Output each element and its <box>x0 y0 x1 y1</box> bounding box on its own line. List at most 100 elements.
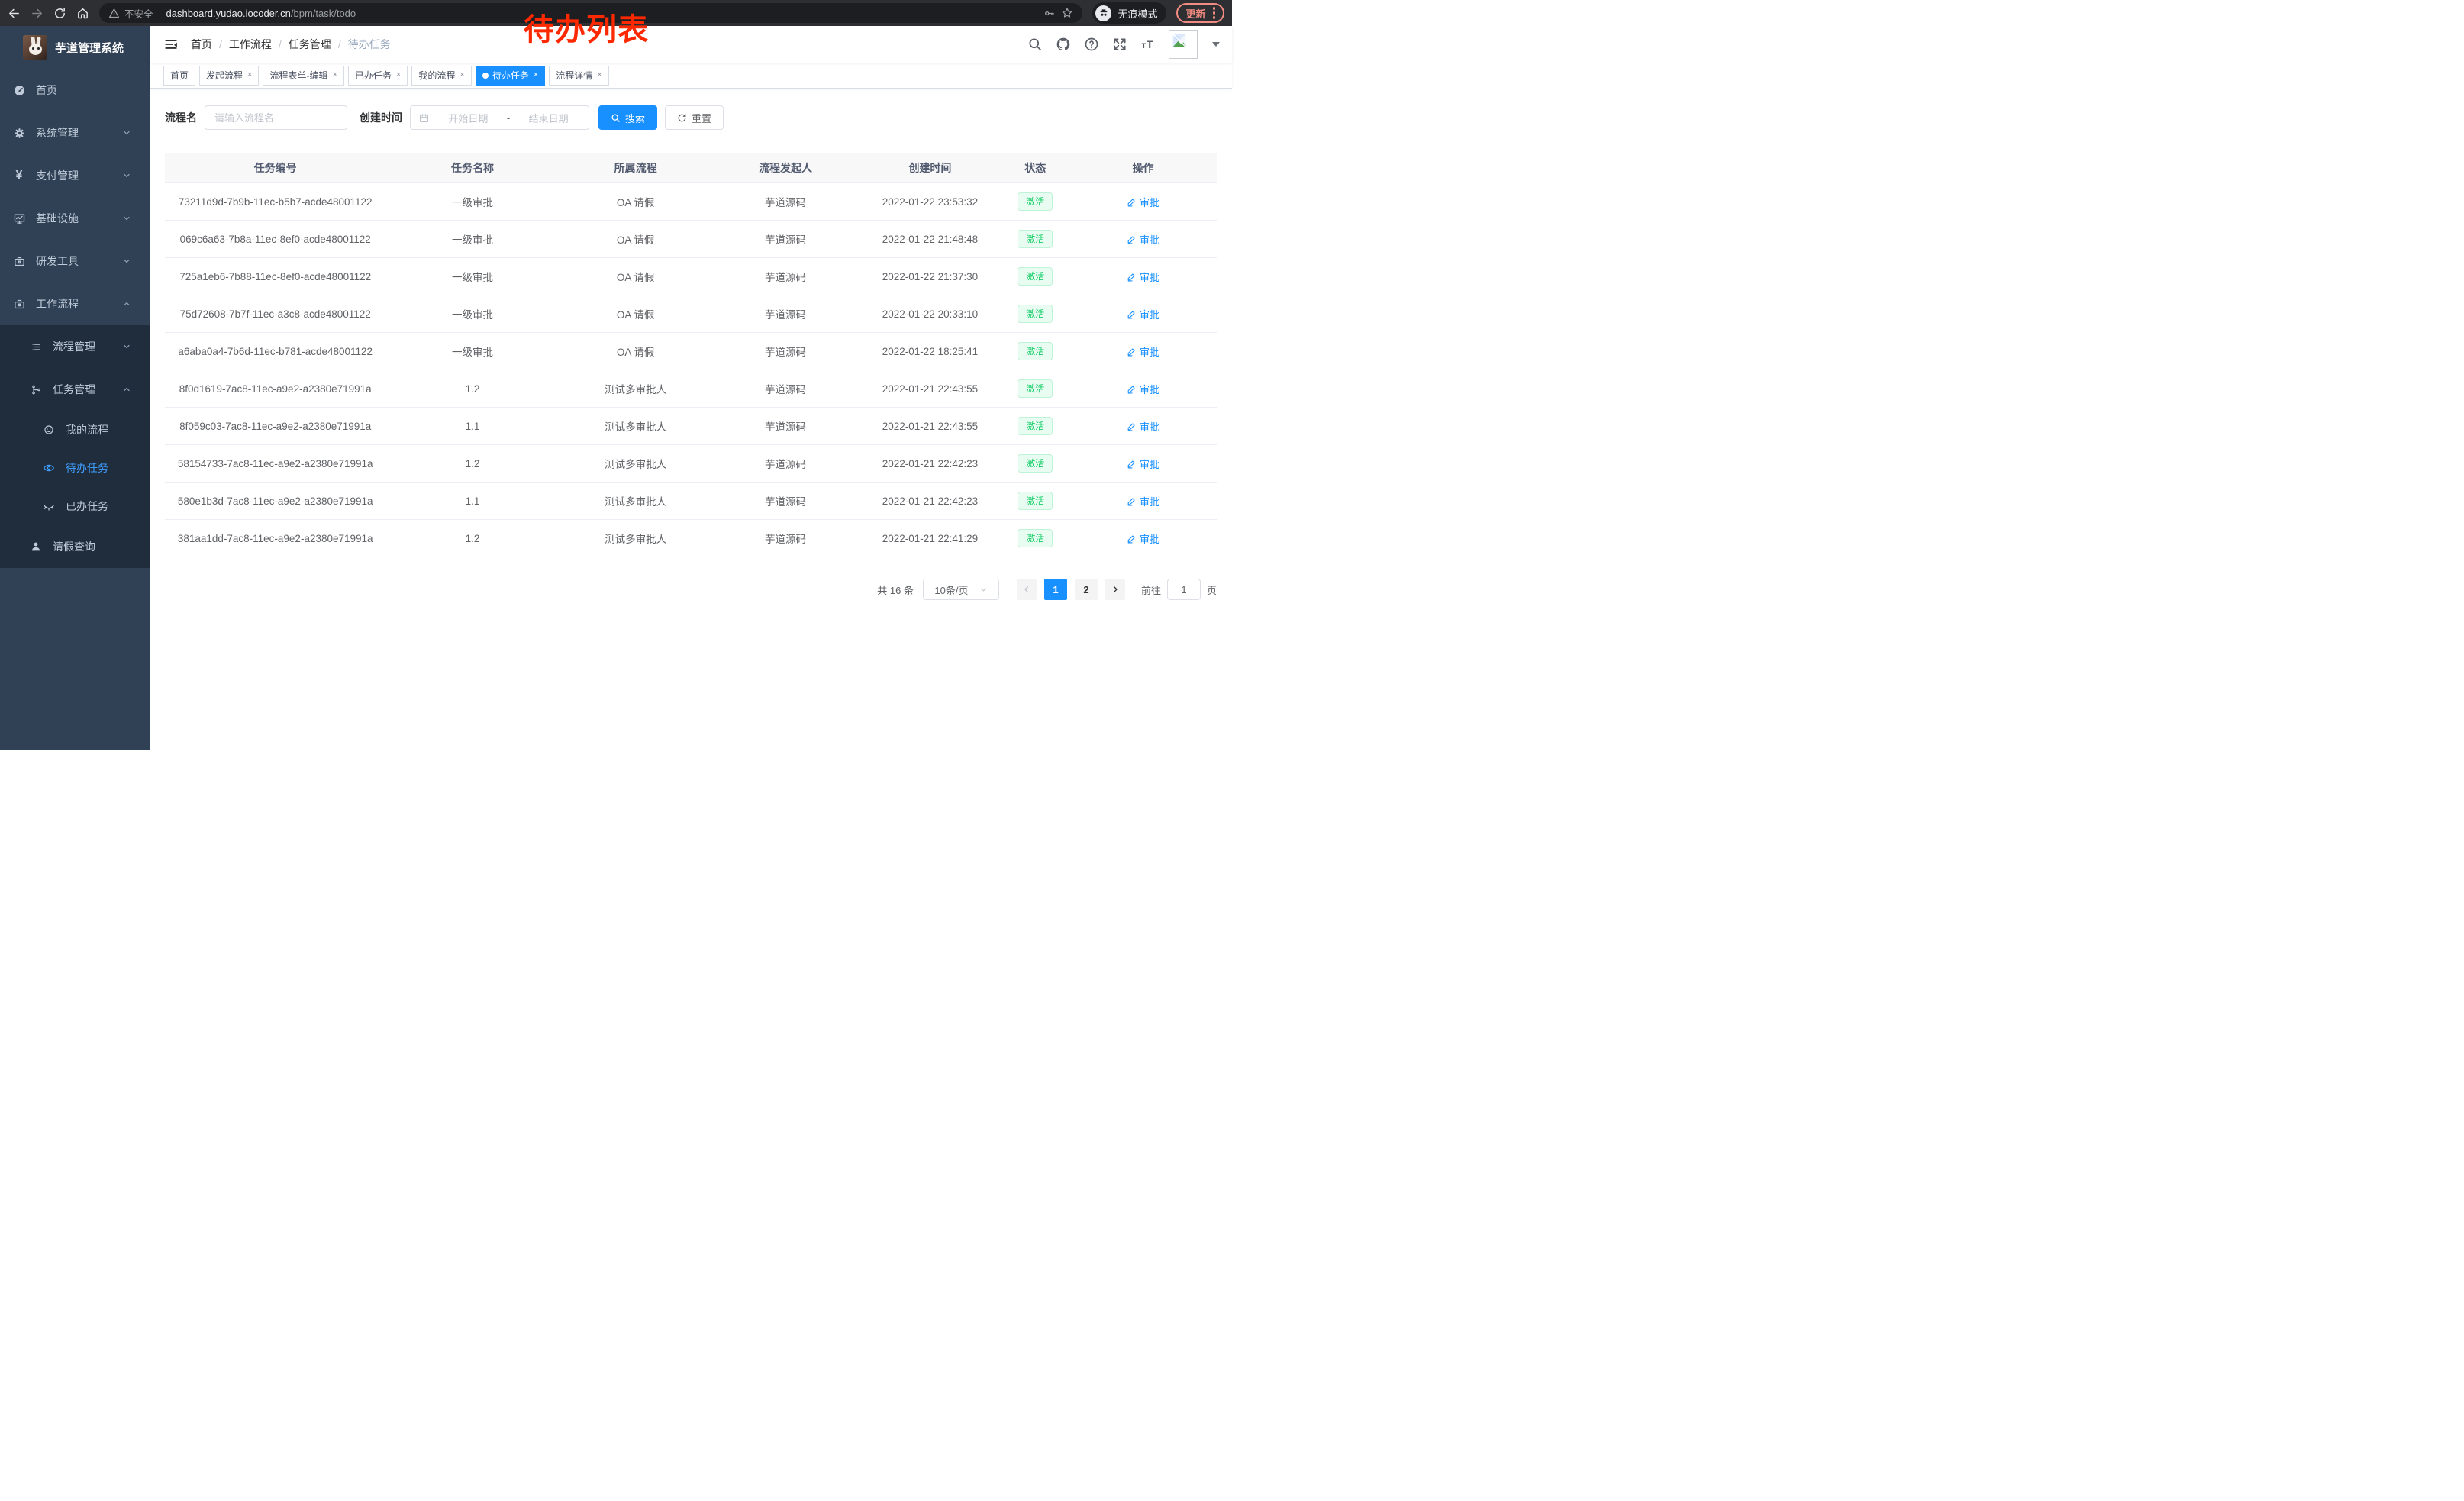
cell-actions: 审批 <box>1069 307 1217 321</box>
home-icon[interactable] <box>76 7 89 20</box>
approve-button[interactable]: 审批 <box>1127 195 1159 209</box>
back-icon[interactable] <box>8 7 21 20</box>
tag-process-form-edit[interactable]: 流程表单-编辑× <box>263 66 343 86</box>
tag-label: 待办任务 <box>492 69 529 82</box>
edit-pencil-icon <box>1127 309 1137 319</box>
approve-button[interactable]: 审批 <box>1127 307 1159 321</box>
cell-created: 2022-01-22 20:33:10 <box>859 308 1001 320</box>
goto-page: 前往 页 <box>1141 579 1217 600</box>
browser-menu-icon[interactable] <box>1213 7 1216 19</box>
range-separator: - <box>507 112 510 124</box>
table-row: 58154733-7ac8-11ec-a9e2-a2380e71991a 1.2… <box>165 445 1217 483</box>
tag-done-tasks[interactable]: 已办任务× <box>348 66 408 86</box>
approve-button[interactable]: 审批 <box>1127 382 1159 396</box>
sidebar-item-system[interactable]: 系统管理 <box>0 111 150 154</box>
chevron-down-icon <box>979 586 988 594</box>
page-button-2[interactable]: 2 <box>1075 579 1098 600</box>
breadcrumb-current: 待办任务 <box>348 37 391 52</box>
sidebar-item-payment[interactable]: ¥ 支付管理 <box>0 154 150 197</box>
browser-update-button[interactable]: 更新 <box>1176 3 1224 23</box>
sidebar-item-done-tasks[interactable]: 已办任务 <box>0 487 150 525</box>
column-header-created: 创建时间 <box>859 160 1001 176</box>
password-key-icon[interactable] <box>1043 8 1055 19</box>
calendar-icon <box>418 112 430 124</box>
breadcrumb-workflow[interactable]: 工作流程 <box>229 37 272 52</box>
tag-start-process[interactable]: 发起流程× <box>199 66 259 86</box>
approve-button[interactable]: 审批 <box>1127 270 1159 284</box>
close-icon[interactable]: × <box>460 71 464 79</box>
chevron-down-icon <box>122 214 131 223</box>
chevron-down-icon <box>122 342 131 351</box>
sidebar-item-task-management[interactable]: 任务管理 <box>0 368 150 411</box>
url-text[interactable]: dashboard.yudao.iocoder.cn/bpm/task/todo <box>166 8 356 19</box>
cell-task-name: 1.1 <box>385 495 559 507</box>
reload-icon[interactable] <box>53 7 66 20</box>
help-icon[interactable] <box>1084 37 1099 52</box>
cell-task-id: 58154733-7ac8-11ec-a9e2-a2380e71991a <box>165 458 385 470</box>
table-row: 73211d9d-7b9b-11ec-b5b7-acde48001122 一级审… <box>165 183 1217 221</box>
process-name-input[interactable] <box>205 105 347 130</box>
page-size-select[interactable]: 10条/页 <box>923 579 999 600</box>
sidebar-item-workflow[interactable]: 工作流程 <box>0 282 150 325</box>
sidebar-item-devtools[interactable]: 研发工具 <box>0 240 150 282</box>
search-button[interactable]: 搜索 <box>598 105 657 130</box>
approve-button[interactable]: 审批 <box>1127 494 1159 508</box>
cell-actions: 审批 <box>1069 270 1217 284</box>
search-icon[interactable] <box>1027 37 1043 52</box>
breadcrumb-home[interactable]: 首页 <box>191 37 212 52</box>
close-icon[interactable]: × <box>332 71 337 79</box>
page-button-1[interactable]: 1 <box>1044 579 1067 600</box>
avatar-caret-icon[interactable] <box>1212 42 1220 47</box>
tag-process-detail[interactable]: 流程详情× <box>549 66 608 86</box>
table-row: 580e1b3d-7ac8-11ec-a9e2-a2380e71991a 1.1… <box>165 483 1217 520</box>
next-page-button[interactable] <box>1105 579 1125 600</box>
sidebar-item-process-management[interactable]: 流程管理 <box>0 325 150 368</box>
font-size-icon[interactable]: TT <box>1140 37 1156 52</box>
close-icon[interactable]: × <box>396 71 401 79</box>
sidebar-item-infrastructure[interactable]: 基础设施 <box>0 197 150 240</box>
site-security-chip[interactable]: 不安全 <box>108 6 153 21</box>
navbar: 首页 / 工作流程 / 任务管理 / 待办任务 TT <box>150 26 1232 63</box>
cell-task-name: 一级审批 <box>385 194 559 209</box>
github-icon[interactable] <box>1056 37 1071 52</box>
close-icon[interactable]: × <box>534 71 538 79</box>
reset-button[interactable]: 重置 <box>665 105 724 130</box>
breadcrumb-task-management[interactable]: 任务管理 <box>289 37 331 52</box>
sidebar-item-my-process[interactable]: 我的流程 <box>0 411 150 449</box>
fullscreen-icon[interactable] <box>1112 37 1127 52</box>
tag-home[interactable]: 首页 <box>163 66 195 86</box>
cell-process: 测试多审批人 <box>560 381 712 396</box>
tag-my-process[interactable]: 我的流程× <box>411 66 471 86</box>
bookmark-star-icon[interactable] <box>1061 7 1073 19</box>
forward-icon[interactable] <box>31 7 44 20</box>
approve-button[interactable]: 审批 <box>1127 531 1159 546</box>
cell-task-id: 8f0d1619-7ac8-11ec-a9e2-a2380e71991a <box>165 383 385 395</box>
cell-starter: 芋道源码 <box>712 231 859 247</box>
cell-created: 2022-01-21 22:42:23 <box>859 458 1001 470</box>
status-badge: 激活 <box>1018 230 1053 248</box>
prev-page-button[interactable] <box>1017 579 1037 600</box>
close-icon[interactable]: × <box>247 71 252 79</box>
sidebar-item-todo-tasks[interactable]: 待办任务 <box>0 449 150 487</box>
date-range-picker[interactable]: 开始日期 - 结束日期 <box>410 105 589 130</box>
sidebar-logo[interactable]: 芋道管理系统 <box>0 26 150 69</box>
table-row: 8f0d1619-7ac8-11ec-a9e2-a2380e71991a 1.2… <box>165 370 1217 408</box>
status-badge: 激活 <box>1018 454 1053 473</box>
close-icon[interactable]: × <box>597 71 601 79</box>
sidebar-item-leave-query[interactable]: 请假查询 <box>0 525 150 568</box>
approve-label: 审批 <box>1140 457 1159 471</box>
approve-button[interactable]: 审批 <box>1127 419 1159 434</box>
cell-process: 测试多审批人 <box>560 456 712 471</box>
approve-button[interactable]: 审批 <box>1127 232 1159 247</box>
approve-button[interactable]: 审批 <box>1127 457 1159 471</box>
pagination: 共 16 条 10条/页 1 2 前往 页 <box>165 579 1217 623</box>
approve-label: 审批 <box>1140 382 1159 396</box>
approve-button[interactable]: 审批 <box>1127 344 1159 359</box>
goto-page-input[interactable] <box>1167 579 1201 600</box>
page-content: 流程名 创建时间 开始日期 - 结束日期 搜索 重置 <box>150 89 1232 750</box>
tag-todo-tasks[interactable]: 待办任务 × <box>476 66 545 86</box>
sidebar-item-home[interactable]: 首页 <box>0 69 150 111</box>
sidebar-collapse-icon[interactable] <box>163 37 179 52</box>
user-avatar[interactable] <box>1169 30 1198 59</box>
cell-actions: 审批 <box>1069 531 1217 546</box>
